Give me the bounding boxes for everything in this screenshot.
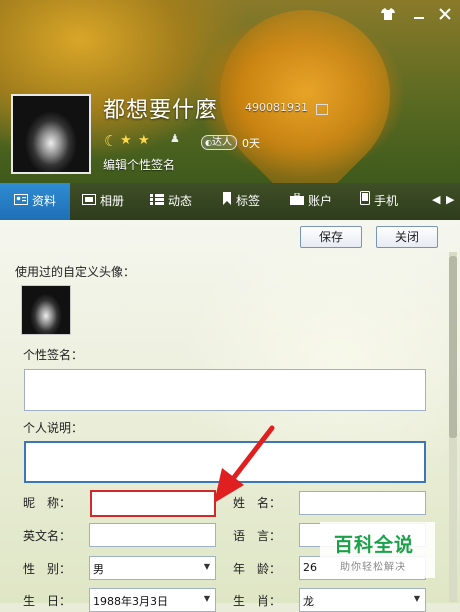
signature-field[interactable] [24,369,426,411]
zodiac-value: 龙 [303,595,314,608]
custom-avatar-thumbnail[interactable] [21,285,71,335]
english-name-label: 英文名： [23,529,72,543]
leaf-background-image [184,0,426,183]
tab-info[interactable]: 资料 [0,183,70,220]
tab-mobile[interactable]: 手机 [360,183,398,220]
birthday-select[interactable]: 1988年3月3日 [89,588,216,612]
language-label: 语 言： [233,529,282,543]
tab-label: 手机 [374,194,399,208]
id-card-icon [13,183,28,220]
star-icon: ★ [138,133,150,148]
surname-field[interactable] [299,491,426,515]
photo-icon [82,183,96,220]
close-button[interactable]: 关闭 [376,226,438,248]
save-button[interactable]: 保存 [300,226,362,248]
star-icon: ★ [120,133,132,148]
moon-icon: ☾ [104,132,118,150]
tab-label: 标签 [236,194,261,208]
watermark-subtitle: 助你轻松解决 [340,562,406,573]
tab-label: 资料 [31,194,56,208]
scroll-left-icon[interactable]: ◀ [432,193,440,206]
daren-icon: ◐ [205,138,212,147]
tab-account[interactable]: 账户 [290,183,332,220]
gender-value: 男 [93,563,104,576]
nickname-field[interactable] [90,490,216,517]
tab-feed[interactable]: 动态 [150,183,192,220]
birthday-value: 1988年3月3日 [93,595,168,608]
gender-label: 性 别： [23,562,72,576]
bookmark-icon [222,183,232,220]
zodiac-select[interactable]: 龙 [299,588,426,612]
tab-label: 相册 [100,194,125,208]
surname-label: 姓 名： [233,496,282,510]
shirt-icon[interactable] [380,8,396,22]
watermark-logo: 百科全说 助你轻松解决 [320,522,435,578]
nickname-display: 都想要什麼 [103,98,219,123]
description-field[interactable] [24,441,426,483]
person-icon: ♟ [170,132,180,145]
daren-label: 达人 [211,137,232,148]
phone-icon [360,183,370,220]
scrollbar-thumb[interactable] [449,256,457,438]
close-icon[interactable] [437,8,453,22]
nickname-label: 昵 称： [23,496,72,510]
watermark-title: 百科全说 [334,534,415,556]
list-icon [150,183,164,220]
edit-signature-link[interactable]: 编辑个性签名 [103,156,175,173]
age-value: 26 [303,561,317,574]
qq-card-icon[interactable] [316,104,328,115]
gender-select[interactable]: 男 [89,556,216,580]
zodiac-label: 生 肖： [233,594,282,608]
tab-tags[interactable]: 标签 [222,183,260,220]
birthday-label: 生 日： [23,594,72,608]
scroll-right-icon[interactable]: ▶ [446,193,454,206]
tab-bar: 资料 相册 动态 标签 账户 手机 [0,183,460,221]
age-label: 年 龄： [233,562,282,576]
briefcase-icon [290,183,304,220]
tab-album[interactable]: 相册 [82,183,124,220]
days-count: 0天 [242,137,260,150]
tab-label: 动态 [168,194,193,208]
tab-label: 账户 [308,194,333,208]
avatar[interactable] [11,94,91,174]
qq-number: 490081931 [245,101,308,114]
english-name-field[interactable] [89,523,216,547]
description-label: 个人说明： [23,421,84,435]
daren-badge[interactable]: ◐达人 [201,135,237,150]
custom-avatar-label: 使用过的自定义头像： [15,265,136,279]
profile-header: 都想要什麼 490081931 ☾ ★ ★ ♟ ◐达人 0天 编辑个性签名 [0,0,460,183]
signature-label: 个性签名： [23,348,84,362]
minimize-icon[interactable] [411,8,427,22]
